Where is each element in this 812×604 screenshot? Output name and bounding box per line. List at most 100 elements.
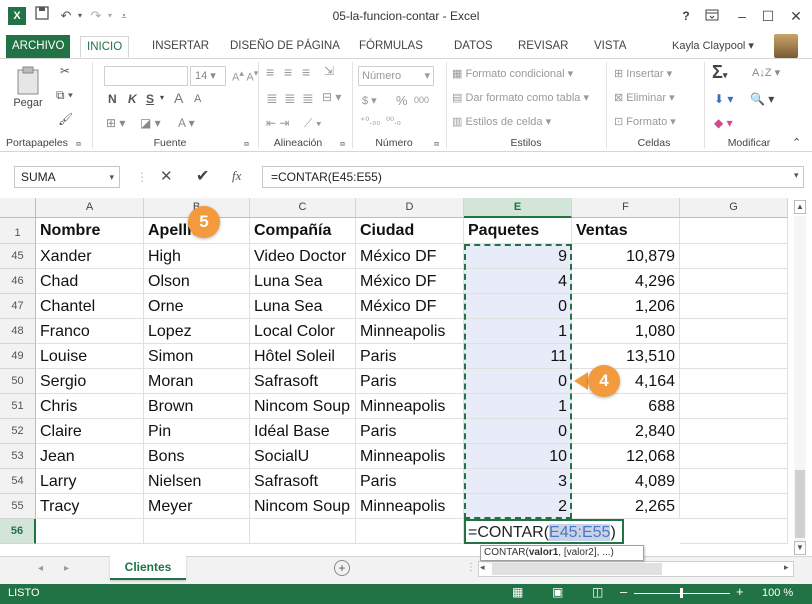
column-header-d[interactable]: D: [356, 198, 464, 218]
header-cell-ciudad[interactable]: Ciudad: [356, 218, 464, 244]
cell-company[interactable]: Nincom Soup: [250, 494, 356, 519]
row-header[interactable]: 52: [0, 419, 36, 444]
clear-icon[interactable]: ◆ ▾: [714, 116, 733, 130]
zoom-out-icon[interactable]: –: [620, 584, 627, 599]
format-as-table-button[interactable]: ▤ Dar formato como tabla ▾: [452, 91, 589, 104]
cell-first-name[interactable]: Larry: [36, 469, 144, 494]
column-header-a[interactable]: A: [36, 198, 144, 218]
cell-city[interactable]: Minneapolis: [356, 319, 464, 344]
cell-city[interactable]: Paris: [356, 344, 464, 369]
align-right-icon[interactable]: ≣: [302, 90, 314, 107]
cell-city[interactable]: Minneapolis: [356, 444, 464, 469]
percent-button[interactable]: %: [396, 93, 408, 108]
clipboard-launcher-icon[interactable]: ⧈: [76, 139, 81, 149]
empty-cell[interactable]: [680, 294, 788, 319]
name-box[interactable]: SUMA ▾: [14, 166, 120, 188]
tab-datos[interactable]: DATOS: [448, 36, 499, 58]
empty-cell[interactable]: [680, 319, 788, 344]
row-header[interactable]: 51: [0, 394, 36, 419]
cell-first-name[interactable]: Claire: [36, 419, 144, 444]
cell-city[interactable]: México DF: [356, 244, 464, 269]
delete-cells-button[interactable]: ⊠ Eliminar ▾: [614, 91, 675, 104]
cell-last-name[interactable]: Nielsen: [144, 469, 250, 494]
row-header[interactable]: 54: [0, 469, 36, 494]
scroll-left-icon[interactable]: ◂: [480, 562, 485, 573]
borders-icon[interactable]: ⊞ ▾: [106, 116, 125, 130]
cell-styles-button[interactable]: ▥ Estilos de celda ▾: [452, 115, 551, 128]
cell-sales[interactable]: 13,510: [572, 344, 680, 369]
cell-first-name[interactable]: Jean: [36, 444, 144, 469]
orientation-icon[interactable]: ⟋ ▾: [304, 116, 322, 131]
thousands-button[interactable]: 000: [414, 95, 429, 105]
font-shrink-button[interactable]: A: [194, 93, 201, 105]
cell-last-name[interactable]: Meyer: [144, 494, 250, 519]
empty-cell[interactable]: [680, 394, 788, 419]
chevron-down-icon[interactable]: ▾: [109, 167, 114, 187]
column-header-e[interactable]: E: [464, 198, 572, 218]
horizontal-scroll-thumb[interactable]: [492, 563, 662, 575]
fill-color-icon[interactable]: ◪ ▾: [140, 116, 161, 130]
header-cell-nombre[interactable]: Nombre: [36, 218, 144, 244]
cell-last-name[interactable]: Brown: [144, 394, 250, 419]
zoom-level[interactable]: 100 %: [762, 587, 793, 599]
grow-font-button[interactable]: A▴ A▾: [232, 68, 258, 84]
empty-cell[interactable]: [680, 244, 788, 269]
number-format-select[interactable]: Número ▾: [358, 66, 434, 86]
empty-cell[interactable]: [250, 519, 356, 544]
indent-icon[interactable]: ⇤ ⇥: [266, 116, 289, 130]
fill-icon[interactable]: ⬇ ▾: [714, 92, 733, 106]
scroll-up-icon[interactable]: ▲: [794, 200, 806, 214]
cell-city[interactable]: Minneapolis: [356, 394, 464, 419]
sheet-tab-clientes[interactable]: Clientes: [110, 556, 186, 580]
cell-first-name[interactable]: Chris: [36, 394, 144, 419]
scroll-right-icon[interactable]: ▸: [784, 562, 789, 573]
cell-sales[interactable]: 2,265: [572, 494, 680, 519]
page-layout-view-icon[interactable]: ▣: [552, 585, 563, 599]
scroll-down-icon[interactable]: ▼: [794, 541, 806, 555]
empty-cell[interactable]: [144, 519, 250, 544]
empty-cell[interactable]: [680, 494, 788, 519]
active-cell-e56[interactable]: =CONTAR(E45:E55): [464, 519, 624, 544]
cell-last-name[interactable]: Lopez: [144, 319, 250, 344]
cell-company[interactable]: Luna Sea: [250, 294, 356, 319]
bold-button[interactable]: N: [108, 92, 117, 106]
cell-sales[interactable]: 4,089: [572, 469, 680, 494]
header-cell-ventas[interactable]: Ventas: [572, 218, 680, 244]
maximize-icon[interactable]: ☐: [754, 4, 782, 28]
normal-view-icon[interactable]: ▦: [512, 585, 523, 599]
cell-company[interactable]: Safrasoft: [250, 469, 356, 494]
tab-insertar[interactable]: INSERTAR: [146, 36, 215, 58]
row-header[interactable]: 45: [0, 244, 36, 269]
cell-company[interactable]: Hôtel Soleil: [250, 344, 356, 369]
cell-last-name[interactable]: Pin: [144, 419, 250, 444]
empty-cell[interactable]: [680, 469, 788, 494]
align-top-icon[interactable]: ≡: [266, 64, 274, 80]
row-header[interactable]: 53: [0, 444, 36, 469]
cell-first-name[interactable]: Xander: [36, 244, 144, 269]
font-name-select[interactable]: [104, 66, 188, 86]
empty-cell[interactable]: [680, 344, 788, 369]
sort-filter-icon[interactable]: A↓Z ▾: [752, 66, 780, 79]
align-center-icon[interactable]: ≣: [284, 90, 296, 107]
cell-city[interactable]: Minneapolis: [356, 494, 464, 519]
column-header-c[interactable]: C: [250, 198, 356, 218]
cell-company[interactable]: Nincom Soup: [250, 394, 356, 419]
help-button[interactable]: ?: [672, 4, 700, 28]
font-grow-button[interactable]: A: [174, 90, 183, 106]
increase-decimal-button[interactable]: ⁺⁰.₀₀: [360, 116, 380, 127]
empty-cell[interactable]: [680, 218, 788, 244]
vertical-scroll-thumb[interactable]: [795, 470, 805, 538]
cell-first-name[interactable]: Chad: [36, 269, 144, 294]
tab-archivo[interactable]: ARCHIVO: [6, 35, 71, 58]
cell-last-name[interactable]: Orne: [144, 294, 250, 319]
column-header-f[interactable]: F: [572, 198, 680, 218]
copy-icon[interactable]: ⧉ ▾: [56, 88, 73, 103]
sheet-prev-icon[interactable]: ◂: [38, 563, 43, 574]
cell-company[interactable]: SocialU: [250, 444, 356, 469]
tab-diseno-pagina[interactable]: DISEÑO DE PÁGINA: [224, 36, 346, 58]
cell-company[interactable]: Luna Sea: [250, 269, 356, 294]
empty-cell[interactable]: [680, 519, 788, 544]
row-header[interactable]: 50: [0, 369, 36, 394]
cell-sales[interactable]: 10,879: [572, 244, 680, 269]
cell-last-name[interactable]: Olson: [144, 269, 250, 294]
